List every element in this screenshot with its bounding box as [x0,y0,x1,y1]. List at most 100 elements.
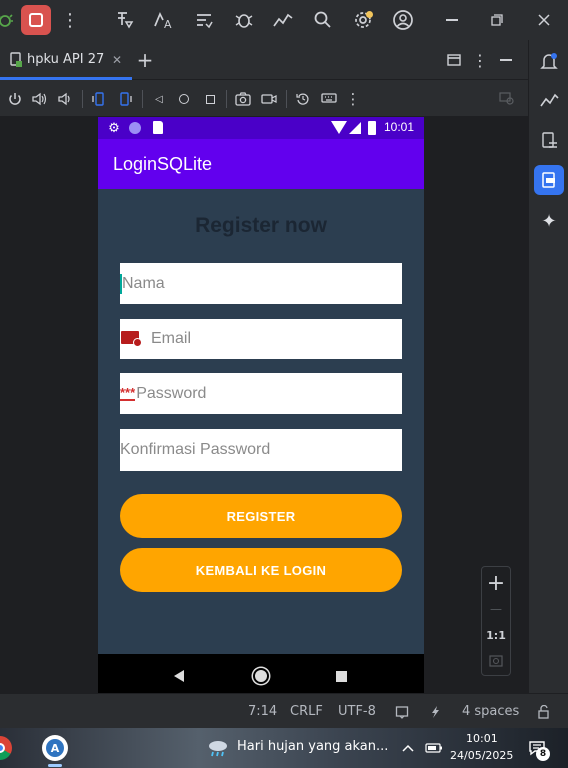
toolbar-divider [142,90,143,108]
back-to-login-button[interactable]: KEMBALI KE LOGIN [120,548,402,592]
snapshot-icon[interactable] [294,90,312,108]
add-tab-button[interactable]: + [136,46,154,74]
device-explorer-icon[interactable] [534,126,564,156]
taskbar-active-indicator [48,764,62,767]
password-placeholder: Password [136,384,207,402]
stop-button[interactable] [21,5,51,35]
signal-icon [349,122,361,134]
running-devices-icon[interactable] [534,86,564,116]
more-vertical-icon[interactable]: ⋮ [60,5,80,35]
android-studio-icon[interactable]: A [42,735,68,761]
tab-options-icon[interactable]: ⋮ [472,48,488,72]
line-endings[interactable]: CRLF [290,694,323,729]
battery-tray-icon[interactable] [424,740,444,756]
rotate-right-icon[interactable] [116,90,134,108]
readonly-toggle-icon[interactable] [394,704,410,720]
taskbar-time[interactable]: 10:01 [466,732,498,745]
chrome-icon[interactable] [0,736,12,760]
emulator-tab-bar: hpku API 27 ✕ + ⋮ [0,40,528,80]
file-encoding[interactable]: UTF-8 [338,694,376,729]
device-toolbar: ◁ ⋮ [0,81,528,117]
register-heading: Register now [195,214,327,237]
weather-text[interactable]: Hari hujan yang akan... [237,739,388,754]
overview-square-icon[interactable] [202,90,218,108]
email-placeholder: Email [151,330,192,347]
restore-window-icon[interactable] [482,5,512,35]
close-tab-icon[interactable]: ✕ [110,53,124,67]
screen-record-icon[interactable] [260,90,278,108]
show-hidden-icons-chevron[interactable] [398,738,418,758]
nav-home-icon[interactable] [253,668,269,684]
zoom-region-icon[interactable] [498,90,516,108]
volume-down-icon[interactable] [56,90,74,108]
rain-weather-icon [206,738,230,758]
toolbar-divider [286,90,287,108]
password-icon: *** [120,384,136,401]
back-triangle-icon[interactable]: ◁ [151,90,167,108]
lint-icon[interactable] [189,5,219,35]
phone-nav-bar [98,654,424,698]
nav-recents-icon[interactable] [336,671,347,682]
device-icon [9,52,23,68]
svg-text:A: A [164,18,172,30]
battery-icon [368,121,376,135]
more-device-actions-icon[interactable]: ⋮ [346,89,361,109]
zoom-actual-size-button[interactable]: 1:1 [482,623,510,647]
nama-field[interactable]: Nama [120,263,402,304]
nama-placeholder: Nama [122,274,165,292]
indent-setting[interactable]: 4 spaces [462,694,519,729]
camera-icon[interactable] [234,90,252,108]
zoom-fit-icon[interactable] [482,649,510,673]
caret-position[interactable]: 7:14 [248,694,277,729]
lock-icon[interactable] [536,704,552,720]
rotate-left-icon[interactable] [90,90,108,108]
phone-circle-icon [129,122,141,134]
account-icon[interactable] [388,5,418,35]
home-circle-icon[interactable] [176,90,192,108]
window-layout-icon[interactable] [444,50,464,70]
app-title: LoginSQLite [113,154,213,174]
confirm-password-placeholder: Konfirmasi Password [120,441,271,458]
register-button[interactable]: REGISTER [120,494,402,538]
zoom-out-button[interactable]: — [482,597,510,621]
translate-icon[interactable]: A [148,5,178,35]
volume-up-icon[interactable] [31,90,49,108]
email-field[interactable]: Email [120,319,402,359]
bug-icon[interactable] [0,6,16,34]
right-tool-strip: ✦ [528,40,568,693]
phone-clock: 10:01 [384,120,415,134]
stop-icon [29,13,43,27]
layout-inspector-icon[interactable] [110,5,140,35]
debug-settings-icon[interactable] [229,5,259,35]
search-icon[interactable] [308,5,338,35]
zoom-controls: + — 1:1 [481,566,511,676]
tab-label: hpku API 27 [27,52,105,67]
notification-badge: 8 [536,747,550,761]
windows-taskbar: A Hari hujan yang akan... 10:01 24/05/20… [0,728,568,768]
sd-card-icon [153,121,163,134]
power-save-icon[interactable] [427,704,443,720]
keyboard-icon[interactable] [320,90,338,108]
hide-panel-icon[interactable] [496,50,516,70]
ide-status-bar: 7:14 CRLF UTF-8 4 spaces [0,693,568,728]
close-window-icon[interactable] [529,5,559,35]
nav-back-icon[interactable] [174,670,184,682]
notifications-icon[interactable] [534,47,564,77]
toolbar-divider [226,90,227,108]
gemini-sparkle-icon[interactable]: ✦ [534,206,564,236]
zoom-in-button[interactable]: + [482,569,510,597]
confirm-password-field[interactable]: Konfirmasi Password [120,429,402,471]
phone-settings-icon: ⚙ [108,120,120,136]
ide-top-toolbar: ⋮ A [0,0,568,40]
minimize-window-icon[interactable] [437,5,467,35]
tab-hpku-api-27[interactable]: hpku API 27 ✕ [0,40,132,80]
update-dot [366,11,373,18]
toolbar-divider [82,90,83,108]
running-devices-active-icon[interactable] [534,165,564,195]
profiler-icon[interactable] [268,5,298,35]
settings-gear-icon[interactable] [348,5,378,35]
password-field[interactable]: *** Password [120,373,402,414]
taskbar-date[interactable]: 24/05/2025 [450,749,513,762]
power-icon[interactable] [6,90,24,108]
email-icon [121,330,143,348]
